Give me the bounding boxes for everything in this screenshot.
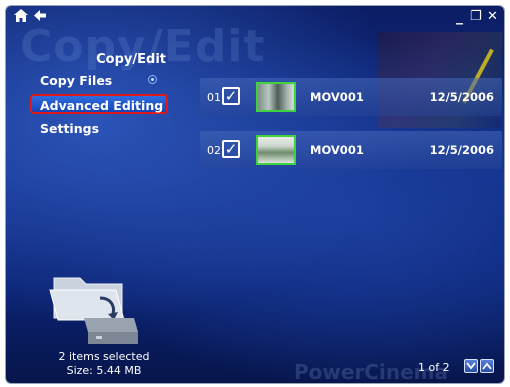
radio-indicator-icon bbox=[148, 75, 157, 84]
page-down-button[interactable] bbox=[464, 359, 478, 373]
selection-size: Size: 5.44 MB bbox=[66, 364, 142, 377]
page-indicator: 1 of 2 bbox=[418, 361, 450, 374]
app-window: Copy/Edit _ ❐ ✕ Copy/Edit Copy Files Adv… bbox=[6, 6, 504, 383]
back-arrow-icon[interactable] bbox=[34, 9, 46, 26]
menu-item-advanced-editing[interactable]: Advanced Editing bbox=[30, 94, 168, 114]
file-date: 12/5/2006 bbox=[429, 90, 494, 104]
selection-count: 2 items selected bbox=[58, 350, 150, 363]
file-row-number: 01 bbox=[207, 91, 221, 104]
page-up-button[interactable] bbox=[480, 359, 494, 373]
home-icon[interactable] bbox=[14, 9, 28, 26]
menu-item-settings[interactable]: Settings bbox=[40, 121, 99, 136]
video-thumbnail[interactable] bbox=[256, 135, 296, 165]
file-name: MOV001 bbox=[310, 90, 364, 104]
file-row-number: 02 bbox=[207, 144, 221, 157]
section-title: Copy/Edit bbox=[96, 52, 166, 67]
file-row[interactable]: 02 ✓ MOV001 12/5/2006 bbox=[200, 131, 502, 169]
chevron-down-icon bbox=[466, 362, 476, 370]
file-row-checkbox[interactable]: ✓ bbox=[222, 140, 240, 158]
file-date: 12/5/2006 bbox=[429, 143, 494, 157]
restore-button[interactable]: ❐ bbox=[470, 9, 482, 25]
title-bar: _ ❐ ✕ bbox=[6, 6, 504, 28]
file-name: MOV001 bbox=[310, 143, 364, 157]
video-thumbnail[interactable] bbox=[256, 82, 296, 112]
folder-copy-icon bbox=[46, 268, 142, 348]
minimize-button[interactable]: _ bbox=[456, 9, 463, 25]
file-row-checkbox[interactable]: ✓ bbox=[222, 87, 240, 105]
close-button[interactable]: ✕ bbox=[487, 9, 498, 25]
chevron-up-icon bbox=[482, 362, 492, 370]
menu-item-copy-files[interactable]: Copy Files bbox=[40, 73, 112, 88]
file-row[interactable]: 01 ✓ MOV001 12/5/2006 bbox=[200, 78, 502, 116]
